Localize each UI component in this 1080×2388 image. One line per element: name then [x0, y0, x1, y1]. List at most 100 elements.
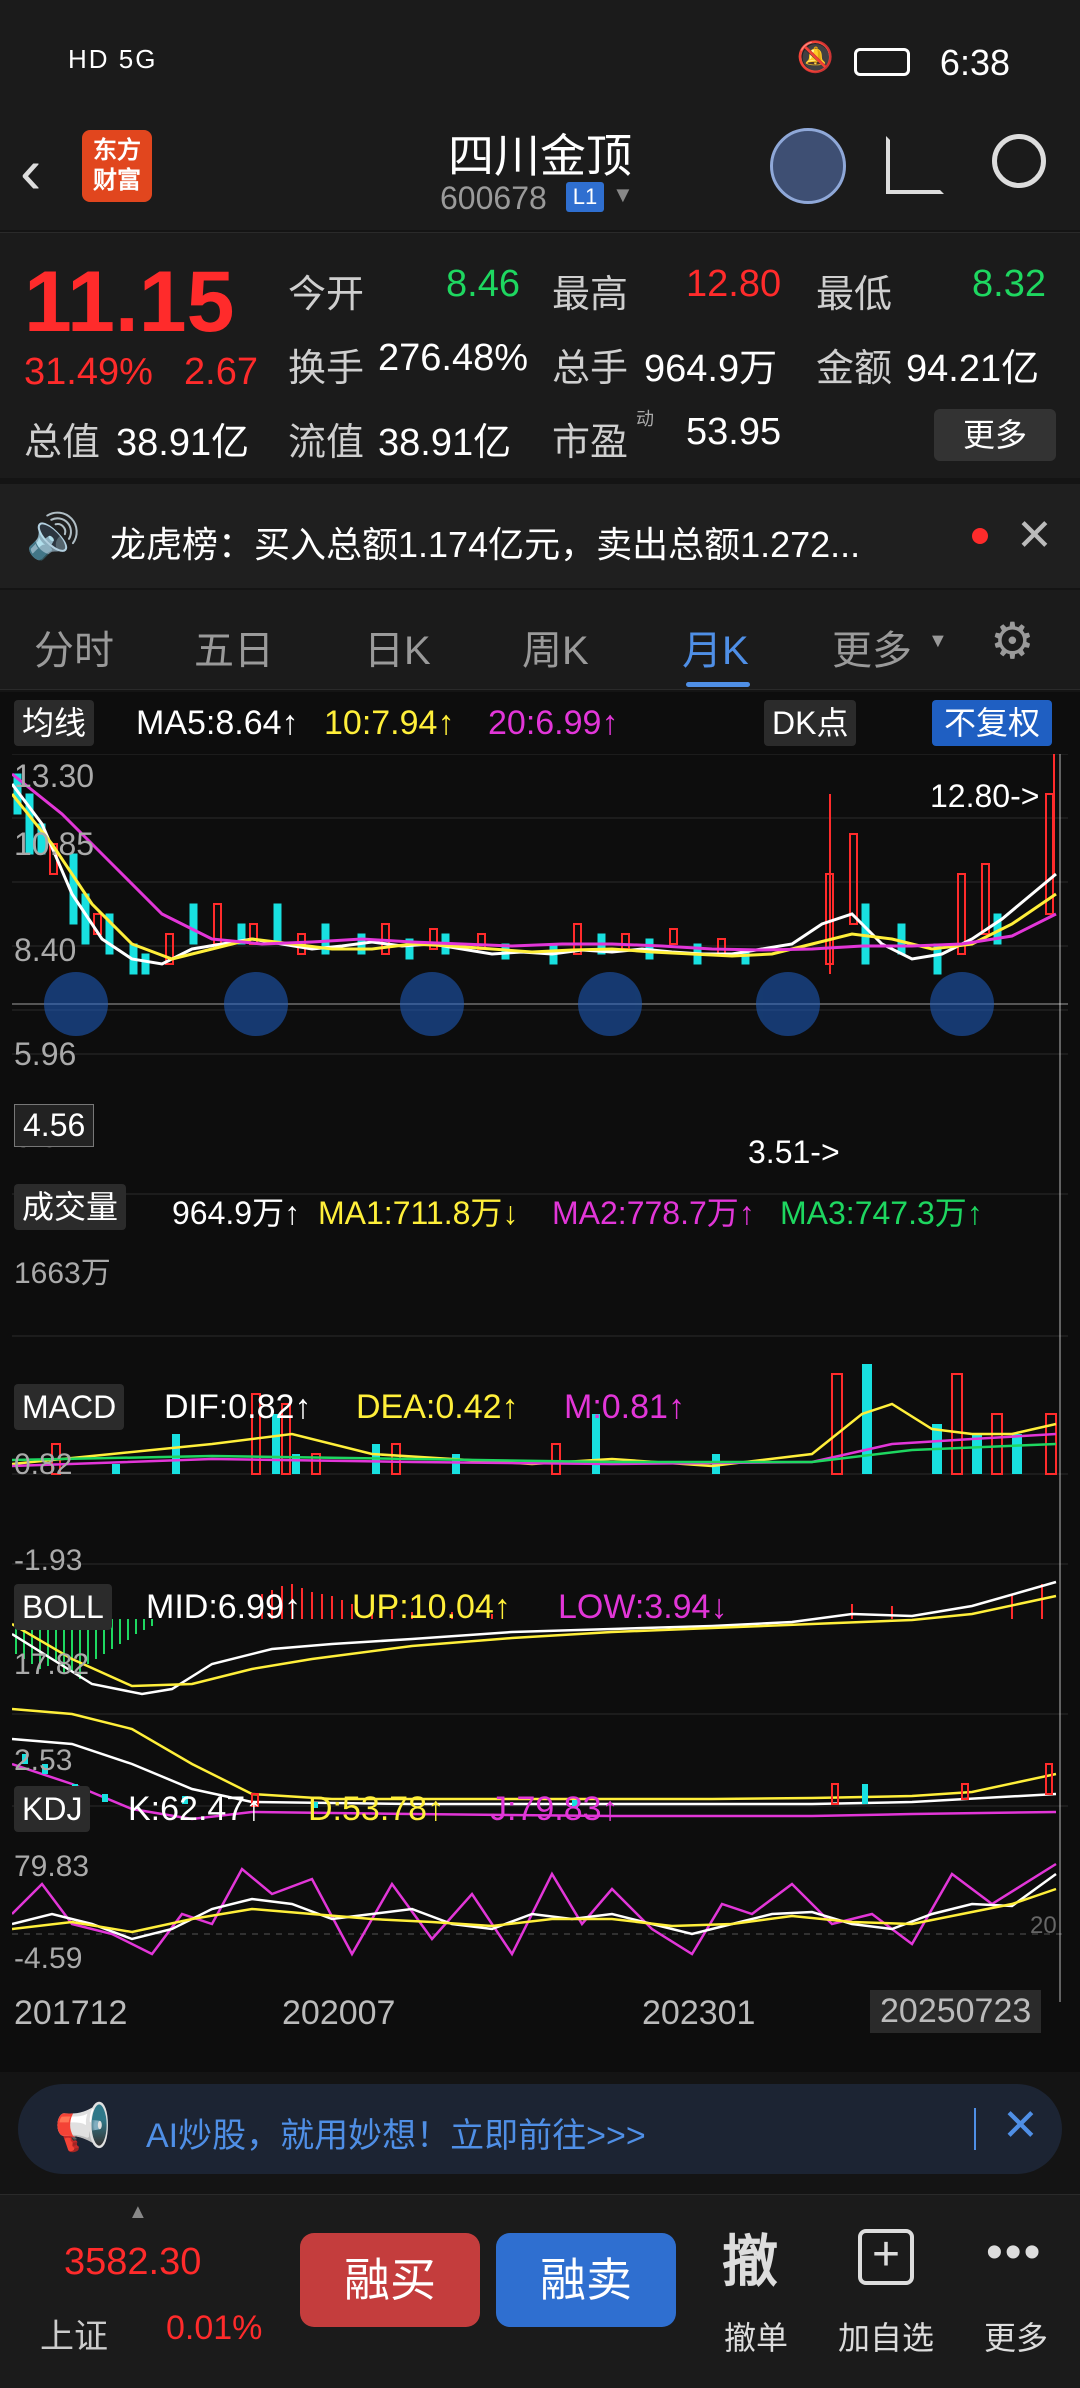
stock-code: 600678 [440, 180, 547, 216]
volume-tick: 1663万 [14, 1257, 111, 1290]
macd-m: M:0.81↑ [564, 1388, 685, 1426]
close-icon[interactable]: ✕ [1002, 2100, 1039, 2151]
low-label: 最低 [816, 274, 893, 316]
float-value: 38.91亿 [378, 422, 512, 464]
add-watchlist-label[interactable]: 加自选 [836, 2313, 936, 2359]
close-icon[interactable]: ✕ [1016, 510, 1053, 561]
boll-tick-1: 17.82 [14, 1648, 90, 1681]
megaphone-icon: 📢 [54, 2101, 112, 2153]
open-label: 今开 [288, 274, 365, 316]
kdj-tick-1: 79.83 [14, 1850, 90, 1883]
date-current: 20250723 [870, 1990, 1042, 2033]
status-bar: HD 5G 6:38 🔕 [0, 0, 1080, 120]
cancel-order-label[interactable]: 撤单 [706, 2313, 806, 2359]
cancel-order-icon[interactable]: 撤 [722, 2217, 778, 2298]
kdj-k: K:62.47↑ [128, 1790, 263, 1828]
price-tick-4: 5.96 [14, 1036, 77, 1072]
robot-assistant-icon[interactable] [770, 128, 846, 204]
boll-selector[interactable]: BOLL [14, 1584, 112, 1630]
volume-label: 总手 [552, 348, 629, 390]
mute-icon: 🔕 [796, 41, 834, 74]
kdj-d: D:53.78↑ [308, 1790, 445, 1828]
price-tick-2: 10.85 [14, 826, 95, 862]
candle-series [12, 754, 1068, 1036]
search-icon[interactable] [992, 134, 1046, 188]
chevron-up-icon[interactable]: ▲ [128, 2201, 148, 2224]
price-tick-1: 13.30 [14, 758, 95, 794]
amount-label: 金额 [816, 348, 893, 390]
status-time: 6:38 [939, 42, 1010, 83]
turnover-label: 换手 [288, 348, 365, 390]
tab-weekly-k[interactable]: 周K [522, 618, 589, 676]
status-left-icons: HD 5G [68, 44, 158, 74]
low-marker: 3.51-> [748, 1134, 840, 1170]
ai-banner[interactable]: 📢 AI炒股，就用妙想！立即前往>>> ✕ [18, 2084, 1062, 2174]
open-value: 8.46 [446, 263, 520, 305]
dragon-tiger-notice[interactable]: 🔊 龙虎榜：买入总额1.174亿元，卖出总额1.272... ✕ [0, 484, 1080, 588]
more-dots-icon[interactable]: ••• [986, 2225, 1042, 2280]
divider [974, 2108, 976, 2150]
red-dot-icon [972, 528, 988, 544]
margin-sell-button[interactable]: 融卖 [496, 2233, 676, 2327]
kdj-selector[interactable]: KDJ [14, 1786, 91, 1832]
more-quote-button[interactable]: 更多 [934, 409, 1056, 461]
current-price: 11.15 [24, 254, 235, 350]
pe-label: 市盈 [552, 422, 629, 464]
more-label[interactable]: 更多 [966, 2313, 1066, 2359]
macd-selector[interactable]: MACD [14, 1384, 125, 1430]
kdj-tick-3: 20 [1030, 1912, 1057, 1939]
gear-icon[interactable]: ⚙ [990, 612, 1035, 670]
tab-daily-k[interactable]: 日K [364, 618, 431, 676]
ma-selector[interactable]: 均线 [14, 700, 95, 746]
volume-value: 964.9万 [644, 348, 778, 390]
crosshair-price-label: 4.56 [14, 1104, 95, 1147]
tab-monthly-k[interactable]: 月K [682, 618, 749, 676]
kline-chart[interactable]: 均线 MA5:8.64↑ 10:7.94↑ 20:6.99↑ DK点 不复权 1… [0, 692, 1080, 2072]
kdj-j: J:79.83↑ [490, 1790, 619, 1828]
kdj-series [12, 1862, 1068, 1957]
macd-dif: DIF:0.82↑ [164, 1388, 312, 1426]
active-tab-underline [686, 682, 750, 687]
battery-icon [854, 48, 910, 76]
vol-ma2: MA2:778.7万↑ [552, 1195, 755, 1231]
dk-point-button[interactable]: DK点 [764, 700, 857, 746]
quote-panel: 11.15 31.49% 2.67 今开 8.46 最高 12.80 最低 8.… [0, 232, 1080, 478]
pe-value: 53.95 [686, 411, 782, 453]
level-badge[interactable]: L1 [566, 182, 604, 212]
add-watchlist-icon[interactable]: + [858, 2229, 914, 2285]
margin-buy-button[interactable]: 融买 [300, 2233, 480, 2327]
chevron-down-icon[interactable]: ▼ [928, 630, 948, 653]
high-label: 最高 [552, 274, 629, 316]
date-1: 201712 [14, 1994, 128, 2032]
tab-more[interactable]: 更多 [832, 618, 912, 676]
change-pct: 31.49% [24, 351, 153, 393]
index-pct[interactable]: 0.01% [166, 2309, 262, 2348]
ma10-value: 10:7.94↑ [324, 704, 455, 742]
bottom-bar: ▲ 3582.30 上证 0.01% 融买 融卖 撤 撤单 + 加自选 ••• … [0, 2194, 1080, 2388]
date-3: 202301 [642, 1994, 756, 2032]
amount-value: 94.21亿 [906, 348, 1040, 390]
notice-text: 龙虎榜：买入总额1.174亿元，卖出总额1.272... [110, 524, 861, 565]
change-value: 2.67 [184, 351, 258, 393]
macd-tick-2: -1.93 [14, 1544, 83, 1577]
share-icon[interactable] [886, 136, 944, 194]
low-value: 8.32 [972, 263, 1046, 305]
float-label: 流值 [288, 422, 365, 464]
macd-tick-1: 0.82 [14, 1448, 73, 1481]
boll-low: LOW:3.94↓ [558, 1588, 728, 1626]
boll-mid: MID:6.99↑ [146, 1588, 301, 1626]
vol-ma3: MA3:747.3万↑ [780, 1195, 983, 1231]
tab-intraday[interactable]: 分时 [34, 618, 114, 676]
tab-5day[interactable]: 五日 [194, 618, 274, 676]
volume-selector[interactable]: 成交量 [14, 1184, 127, 1230]
period-tabs: 分时 五日 日K 周K 月K 更多 ▼ ⚙ [0, 590, 1080, 690]
index-value[interactable]: 3582.30 [64, 2241, 201, 2284]
high-marker: 12.80-> [930, 778, 1040, 814]
ma20-value: 20:6.99↑ [488, 704, 619, 742]
mktcap-label: 总值 [24, 422, 101, 464]
speaker-icon: 🔊 [26, 512, 81, 561]
chevron-down-icon[interactable]: ▼ [612, 182, 634, 208]
date-2: 202007 [282, 1994, 396, 2032]
index-name[interactable]: 上证 [40, 2309, 108, 2358]
no-adjust-button[interactable]: 不复权 [932, 700, 1053, 746]
